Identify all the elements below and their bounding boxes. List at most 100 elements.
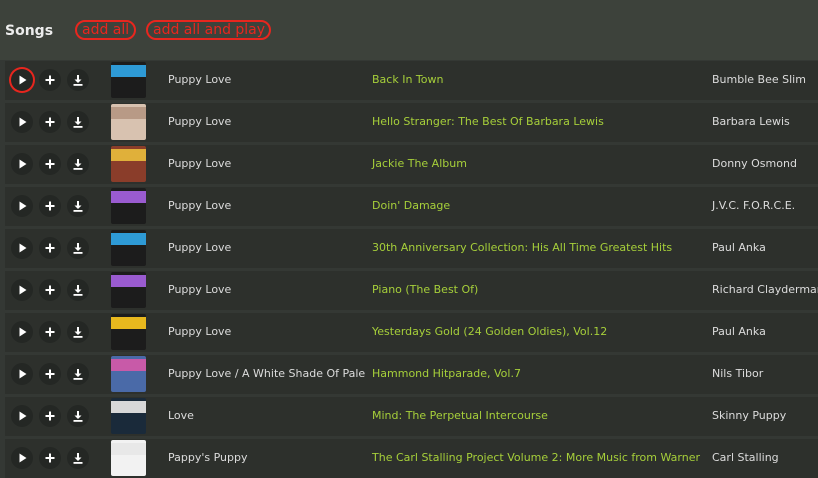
download-button[interactable]: [67, 363, 89, 385]
download-icon: [73, 369, 83, 380]
plus-icon: [45, 453, 55, 463]
download-icon: [73, 117, 83, 128]
add-to-queue-button[interactable]: [39, 195, 61, 217]
song-title[interactable]: Puppy Love: [168, 283, 231, 296]
artist-name[interactable]: Bumble Bee Slim: [712, 73, 806, 86]
plus-icon: [45, 201, 55, 211]
artist-name[interactable]: Paul Anka: [712, 325, 766, 338]
album-cover[interactable]: [111, 440, 146, 476]
play-button[interactable]: [11, 69, 33, 91]
album-link[interactable]: Jackie The Album: [372, 157, 467, 170]
album-cover[interactable]: [111, 272, 146, 308]
song-title[interactable]: Puppy Love: [168, 73, 231, 86]
album-cover[interactable]: [111, 230, 146, 266]
album-cover[interactable]: [111, 62, 146, 98]
album-link[interactable]: Hello Stranger: The Best Of Barbara Lewi…: [372, 115, 604, 128]
add-to-queue-button[interactable]: [39, 279, 61, 301]
download-button[interactable]: [67, 111, 89, 133]
play-button[interactable]: [11, 405, 33, 427]
songs-header: Songs add all add all and play: [0, 0, 818, 60]
download-button[interactable]: [67, 69, 89, 91]
album-cover[interactable]: [111, 398, 146, 434]
add-to-queue-button[interactable]: [39, 447, 61, 469]
add-to-queue-button[interactable]: [39, 111, 61, 133]
download-button[interactable]: [67, 195, 89, 217]
play-button[interactable]: [11, 447, 33, 469]
album-link[interactable]: Piano (The Best Of): [372, 283, 478, 296]
play-button[interactable]: [11, 279, 33, 301]
album-link[interactable]: Doin' Damage: [372, 199, 450, 212]
play-button[interactable]: [11, 195, 33, 217]
song-title[interactable]: Pappy's Puppy: [168, 451, 248, 464]
song-row: Love Mind: The Perpetual Intercourse Skinn…: [5, 397, 818, 436]
download-button[interactable]: [67, 279, 89, 301]
artist-name[interactable]: Nils Tibor: [712, 367, 763, 380]
artist-name[interactable]: Richard Clayderman: [712, 283, 818, 296]
song-title[interactable]: Puppy Love: [168, 157, 231, 170]
play-icon: [19, 453, 27, 463]
play-icon: [19, 369, 27, 379]
song-title[interactable]: Puppy Love / A White Shade Of Pale: [168, 367, 365, 380]
download-button[interactable]: [67, 321, 89, 343]
add-to-queue-button[interactable]: [39, 153, 61, 175]
artist-name[interactable]: J.V.C. F.O.R.C.E.: [712, 199, 795, 212]
download-button[interactable]: [67, 405, 89, 427]
play-button[interactable]: [11, 363, 33, 385]
album-link[interactable]: Yesterdays Gold (24 Golden Oldies), Vol.…: [372, 325, 607, 338]
song-title[interactable]: Puppy Love: [168, 325, 231, 338]
album-cover[interactable]: [111, 188, 146, 224]
plus-icon: [45, 411, 55, 421]
play-icon: [19, 75, 27, 85]
artist-name[interactable]: Carl Stalling: [712, 451, 779, 464]
cover-art-band: [111, 317, 146, 329]
album-cover[interactable]: [111, 104, 146, 140]
cover-art-band: [111, 359, 146, 371]
artist-name[interactable]: Donny Osmond: [712, 157, 797, 170]
album-cover[interactable]: [111, 146, 146, 182]
plus-icon: [45, 159, 55, 169]
plus-icon: [45, 369, 55, 379]
song-row: Pappy's Puppy The Carl Stalling Project V…: [5, 439, 818, 478]
download-icon: [73, 159, 83, 170]
download-button[interactable]: [67, 153, 89, 175]
cover-art-band: [111, 443, 146, 455]
play-button[interactable]: [11, 111, 33, 133]
cover-art-band: [111, 401, 146, 413]
download-icon: [73, 453, 83, 464]
album-link[interactable]: 30th Anniversary Collection: His All Tim…: [372, 241, 672, 254]
add-to-queue-button[interactable]: [39, 321, 61, 343]
song-title[interactable]: Puppy Love: [168, 115, 231, 128]
play-icon: [19, 411, 27, 421]
artist-name[interactable]: Paul Anka: [712, 241, 766, 254]
song-row: Puppy Love Piano (The Best Of) Richard Cla…: [5, 271, 818, 310]
plus-icon: [45, 243, 55, 253]
add-to-queue-button[interactable]: [39, 69, 61, 91]
song-title[interactable]: Love: [168, 409, 194, 422]
download-icon: [73, 243, 83, 254]
play-button[interactable]: [11, 237, 33, 259]
cover-art-band: [111, 275, 146, 287]
add-all-and-play-button[interactable]: add all and play: [146, 20, 271, 40]
add-to-queue-button[interactable]: [39, 363, 61, 385]
album-link[interactable]: Back In Town: [372, 73, 443, 86]
song-row: Puppy Love Hello Stranger: The Best Of Ba…: [5, 103, 818, 142]
add-all-button[interactable]: add all: [75, 20, 136, 40]
album-link[interactable]: Hammond Hitparade, Vol.7: [372, 367, 521, 380]
download-icon: [73, 75, 83, 86]
plus-icon: [45, 327, 55, 337]
artist-name[interactable]: Barbara Lewis: [712, 115, 790, 128]
download-button[interactable]: [67, 237, 89, 259]
cover-art-band: [111, 149, 146, 161]
album-cover[interactable]: [111, 356, 146, 392]
play-button[interactable]: [11, 153, 33, 175]
artist-name[interactable]: Skinny Puppy: [712, 409, 786, 422]
album-link[interactable]: Mind: The Perpetual Intercourse: [372, 409, 548, 422]
add-to-queue-button[interactable]: [39, 237, 61, 259]
album-cover[interactable]: [111, 314, 146, 350]
add-to-queue-button[interactable]: [39, 405, 61, 427]
album-link[interactable]: The Carl Stalling Project Volume 2: More…: [372, 451, 700, 464]
download-button[interactable]: [67, 447, 89, 469]
song-title[interactable]: Puppy Love: [168, 199, 231, 212]
song-title[interactable]: Puppy Love: [168, 241, 231, 254]
play-button[interactable]: [11, 321, 33, 343]
